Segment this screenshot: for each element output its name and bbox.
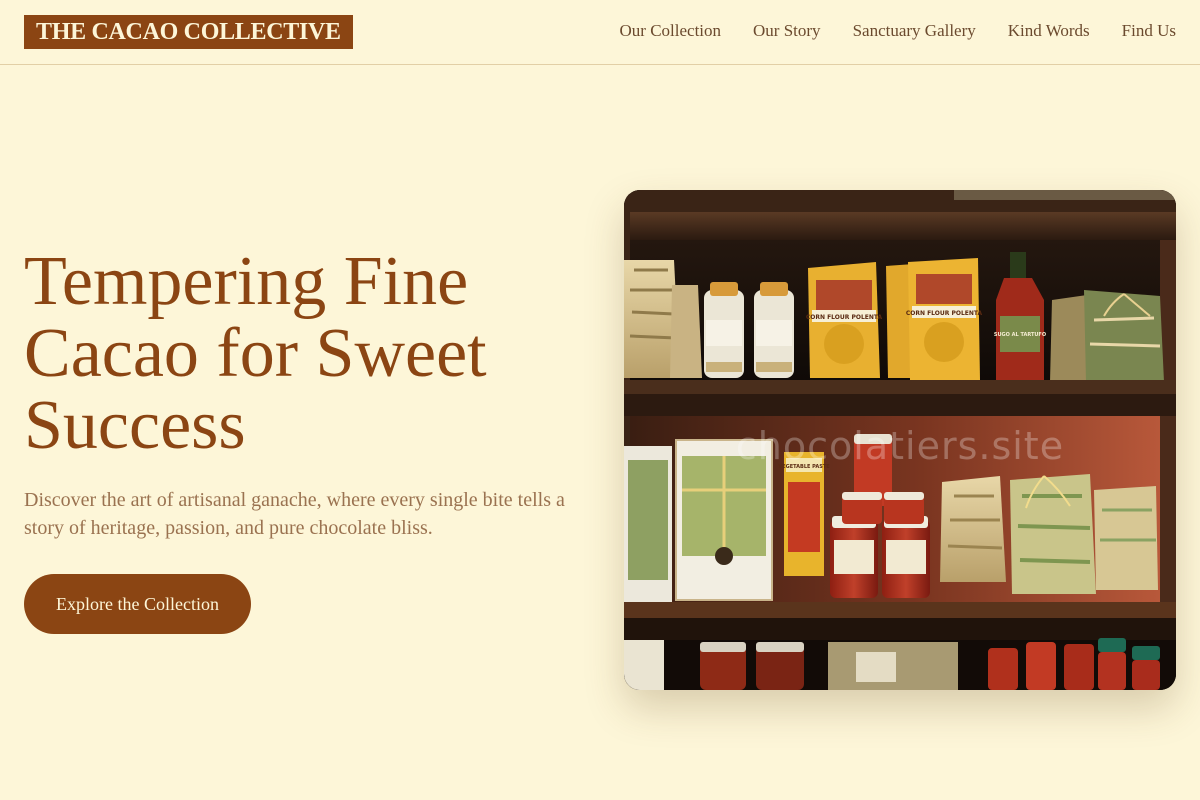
shelf-illustration: CORN FLOUR POLENTA CORN FLOUR POLENTA SU… xyxy=(624,190,1176,690)
sugo-label: SUGO AL TARTUFO xyxy=(994,332,1046,338)
site-header: THE CACAO COLLECTIVE Our Collection Our … xyxy=(0,0,1200,65)
polenta-label-1: CORN FLOUR POLENTA xyxy=(806,314,883,321)
nav-link-kind-words[interactable]: Kind Words xyxy=(1008,20,1090,42)
nav-link-find-us[interactable]: Find Us xyxy=(1122,20,1176,42)
paste-label: VEGETABLE PASTE xyxy=(778,464,830,470)
main-nav: Our Collection Our Story Sanctuary Galle… xyxy=(620,20,1176,42)
hero-subtitle: Discover the art of artisanal ganache, w… xyxy=(24,489,565,539)
polenta-label-2: CORN FLOUR POLENTA xyxy=(906,310,983,317)
brand-logo[interactable]: THE CACAO COLLECTIVE xyxy=(24,15,353,49)
hero-title: Tempering Fine Cacao for Sweet Success xyxy=(24,243,487,464)
explore-collection-button[interactable]: Explore the Collection xyxy=(24,574,251,634)
nav-link-sanctuary-gallery[interactable]: Sanctuary Gallery xyxy=(853,20,976,42)
nav-link-our-story[interactable]: Our Story xyxy=(753,20,821,42)
nav-link-our-collection[interactable]: Our Collection xyxy=(620,20,722,42)
hero-image: CORN FLOUR POLENTA CORN FLOUR POLENTA SU… xyxy=(624,190,1176,690)
